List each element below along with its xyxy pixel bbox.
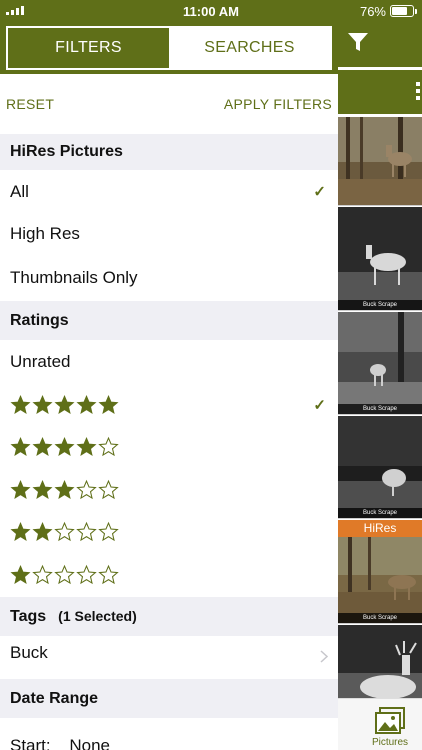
star-filled-icon [54,479,75,500]
tab-filters[interactable]: FILTERS [8,28,169,68]
picture-thumbnail[interactable]: Buck Scrape [338,416,422,519]
filter-actions: RESET APPLY FILTERS [0,74,338,134]
section-header-date-range: Date Range [0,679,338,718]
filter-panel: FILTERS SEARCHES RESET APPLY FILTERS HiR… [0,22,338,750]
star-filled-icon [32,521,53,543]
section-header-hires: HiRes Pictures [0,134,338,170]
option-label: All [10,182,29,201]
pictures-tab-label[interactable]: Pictures [338,737,422,748]
star-filled-icon [54,436,75,458]
star-empty-icon [76,564,97,586]
picture-thumbnail[interactable] [338,117,422,206]
apply-filters-button[interactable]: APPLY FILTERS [224,96,332,112]
thumbnail-caption: Buck Scrape [338,300,422,310]
star-empty-icon [98,521,119,543]
picture-thumbnail[interactable]: Buck Scrape [338,312,422,415]
hires-option-high-res[interactable]: High Res [0,213,338,255]
grid-icon[interactable] [416,82,422,103]
pictures-icon[interactable] [375,707,405,740]
start-value: None [69,736,110,750]
battery-percentage: 76% [359,4,386,19]
tag-row-buck[interactable]: Buck [0,636,338,679]
checkmark-icon: ✓ [313,397,326,414]
star-filled-icon [10,479,31,500]
rating-option-5-stars[interactable]: ✓ [0,384,338,426]
star-filled-icon [98,394,119,416]
star-empty-icon [54,521,75,543]
star-filled-icon [10,564,31,586]
tags-title: Tags [10,608,47,625]
thumbnail-caption: Buck Scrape [338,613,422,623]
hires-option-thumbnails-only[interactable]: Thumbnails Only [0,255,338,301]
star-rating [10,564,119,586]
option-label: High Res [10,224,80,243]
star-empty-icon [98,564,119,586]
pictures-screen: Buck Scrape Buck Scrape Buck Scrape HiRe… [338,22,422,750]
rating-option-1-stars[interactable] [0,553,338,597]
hires-option-all[interactable]: All ✓ [0,170,338,213]
bottom-tab-bar: Pictures [338,698,422,750]
option-label: Unrated [10,352,71,371]
reset-button[interactable]: RESET [6,96,54,112]
segmented-control: FILTERS SEARCHES [6,26,332,70]
status-bar: 11:00 AM 76% [0,0,422,22]
battery-icon [390,5,417,17]
chevron-right-icon [320,641,329,675]
star-rating [10,436,119,458]
section-header-tags: Tags (1 Selected) [0,597,338,636]
tab-searches[interactable]: SEARCHES [169,28,330,68]
checkmark-icon: ✓ [313,183,326,200]
star-empty-icon [76,479,97,500]
star-filled-icon [32,436,53,458]
star-rating [10,521,119,543]
star-filled-icon [32,479,53,500]
start-label: Start: [10,736,51,750]
tag-label: Buck [10,643,48,662]
star-filled-icon [10,521,31,543]
star-filled-icon [32,394,53,416]
star-filled-icon [54,394,75,416]
star-filled-icon [76,394,97,416]
background-nav-bar [338,22,422,67]
rating-option-4-stars[interactable] [0,426,338,468]
status-time: 11:00 AM [183,4,239,19]
star-filled-icon [76,436,97,458]
picture-thumbnail[interactable]: HiRes Buck Scrape [338,520,422,624]
star-filled-icon [10,436,31,458]
star-empty-icon [76,521,97,543]
picture-thumbnail[interactable]: Buck Scrape [338,207,422,311]
filter-icon[interactable] [346,30,370,59]
star-rating [10,479,119,500]
thumbnail-caption: Buck Scrape [338,508,422,518]
background-sub-bar [338,70,422,114]
star-filled-icon [10,394,31,416]
star-empty-icon [98,479,119,500]
option-label: Thumbnails Only [10,268,138,287]
picture-thumbnail[interactable] [338,625,422,698]
star-empty-icon [54,564,75,586]
thumbnail-caption: Buck Scrape [338,404,422,414]
star-empty-icon [32,564,53,586]
panel-header: FILTERS SEARCHES [0,22,338,74]
star-empty-icon [98,436,119,458]
tags-selected-count: (1 Selected) [58,608,137,624]
rating-option-unrated[interactable]: Unrated [0,340,338,384]
date-range-start-row[interactable]: Start: None [0,718,338,750]
rating-option-3-stars[interactable] [0,468,338,511]
section-header-ratings: Ratings [0,301,338,340]
hires-badge: HiRes [338,520,422,537]
star-rating [10,394,119,416]
rating-option-2-stars[interactable] [0,511,338,553]
